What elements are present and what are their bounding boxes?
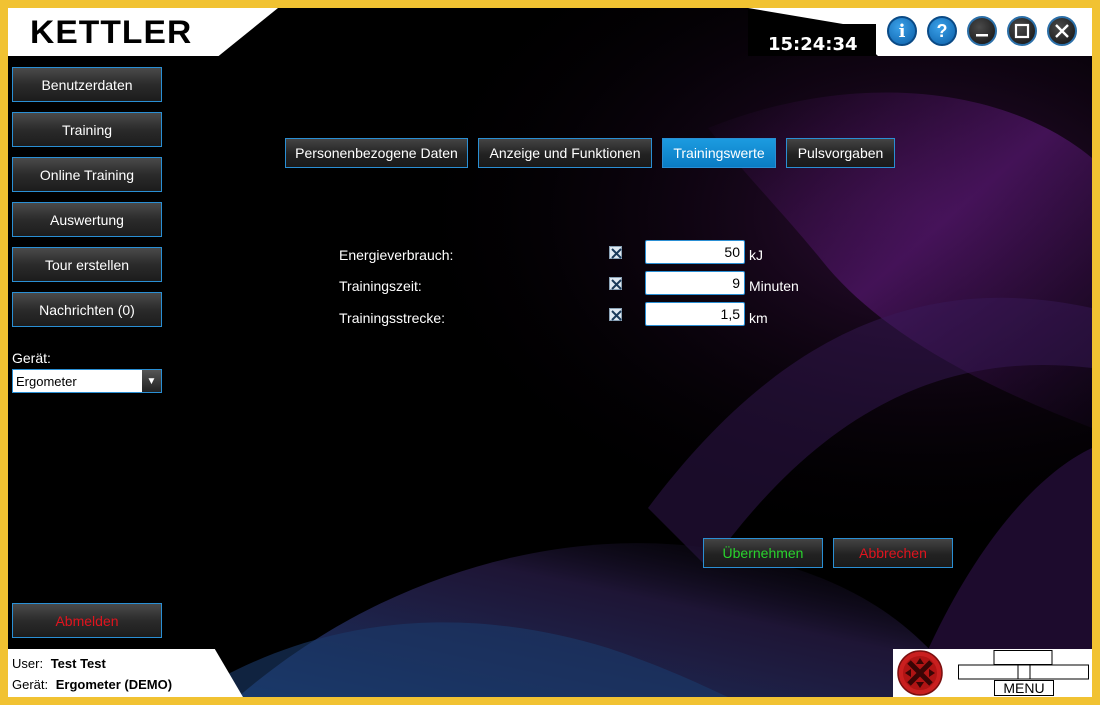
tab-anzeige-und-funktionen[interactable]: Anzeige und Funktionen	[478, 138, 652, 168]
sidebar-item-benutzerdaten[interactable]: Benutzerdaten	[12, 67, 162, 102]
connection-status-icon[interactable]	[897, 650, 943, 696]
cancel-button[interactable]: Abbrechen	[833, 538, 953, 568]
background-swirl	[8, 8, 1092, 697]
user-line: User: Test Test	[12, 656, 106, 671]
menu-button[interactable]: MENU	[994, 680, 1054, 696]
sidebar-item-training[interactable]: Training	[12, 112, 162, 147]
app-background: KETTLER 15:24:34 i ? Benutzerdaten Train…	[8, 8, 1092, 697]
user-label: User:	[12, 656, 44, 671]
sidebar-item-auswertung[interactable]: Auswertung	[12, 202, 162, 237]
device-select[interactable]: Ergometer ▼	[12, 369, 162, 393]
sidebar-item-tour-erstellen[interactable]: Tour erstellen	[12, 247, 162, 282]
maximize-button[interactable]	[1007, 16, 1037, 46]
energy-label: Energieverbrauch:	[339, 247, 454, 263]
time-checkbox[interactable]	[609, 277, 622, 290]
device-select-value: Ergometer	[16, 374, 77, 389]
check-icon	[611, 310, 622, 321]
energy-unit: kJ	[749, 247, 763, 263]
info-button[interactable]: i	[887, 16, 917, 46]
distance-checkbox[interactable]	[609, 308, 622, 321]
distance-unit: km	[749, 310, 768, 326]
close-icon	[1055, 24, 1069, 38]
footer-device-name: Ergometer (DEMO)	[55, 677, 173, 692]
time-unit: Minuten	[749, 278, 799, 294]
footer-device-label: Gerät:	[12, 677, 49, 692]
tab-pulsvorgaben[interactable]: Pulsvorgaben	[786, 138, 895, 168]
close-button[interactable]	[1047, 16, 1077, 46]
maximize-icon	[1014, 23, 1030, 39]
device-label: Gerät:	[12, 350, 51, 366]
chevron-down-icon[interactable]: ▼	[142, 370, 161, 392]
energy-checkbox[interactable]	[609, 246, 622, 259]
logout-button[interactable]: Abmelden	[12, 603, 162, 638]
time-label: Trainingszeit:	[339, 278, 422, 294]
apply-button[interactable]: Übernehmen	[703, 538, 823, 568]
tab-personenbezogene-daten[interactable]: Personenbezogene Daten	[285, 138, 468, 168]
check-icon	[611, 279, 622, 290]
check-icon	[611, 248, 622, 259]
minimize-button[interactable]	[967, 16, 997, 46]
sidebar-item-nachrichten[interactable]: Nachrichten (0)	[12, 292, 162, 327]
help-icon: ?	[936, 20, 948, 41]
tab-trainingswerte[interactable]: Trainingswerte	[662, 138, 776, 168]
help-button[interactable]: ?	[927, 16, 957, 46]
distance-label: Trainingsstrecke:	[339, 310, 446, 326]
sidebar-item-online-training[interactable]: Online Training	[12, 157, 162, 192]
clock: 15:24:34	[768, 34, 858, 55]
minimize-icon	[976, 34, 988, 37]
kettler-logo: KETTLER	[30, 14, 193, 50]
device-line: Gerät: Ergometer (DEMO)	[12, 677, 172, 692]
distance-input[interactable]: 1,5	[645, 302, 745, 326]
app-window: KETTLER 15:24:34 i ? Benutzerdaten Train…	[0, 0, 1100, 705]
info-icon: i	[898, 20, 906, 42]
user-name: Test Test	[50, 656, 106, 671]
energy-input[interactable]: 50	[645, 240, 745, 264]
time-input[interactable]: 9	[645, 271, 745, 295]
